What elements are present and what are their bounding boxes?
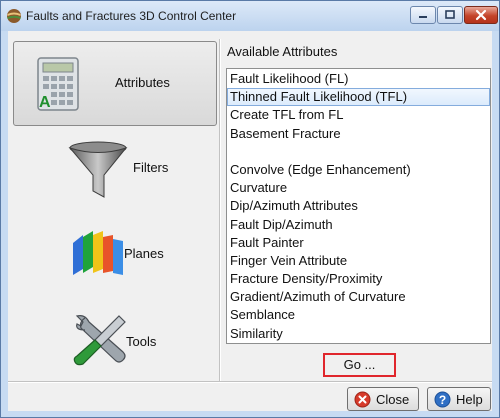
vertical-divider <box>219 39 220 381</box>
nav-planes-label: Planes <box>124 246 164 261</box>
list-item[interactable]: Fault Painter <box>227 234 490 252</box>
minimize-button[interactable] <box>410 6 436 24</box>
window-close-button[interactable] <box>464 6 498 24</box>
attributes-list[interactable]: Fault Likelihood (FL) Thinned Fault Like… <box>226 68 491 344</box>
list-item[interactable]: Curvature <box>227 179 490 197</box>
help-button[interactable]: ? Help <box>427 387 491 411</box>
nav-filters-button[interactable]: Filters <box>13 126 217 211</box>
list-item[interactable]: Fault Likelihood (FL) <box>227 70 490 88</box>
help-icon: ? <box>434 391 451 408</box>
tools-icon <box>73 315 126 366</box>
nav-attributes-label: Attributes <box>115 75 170 90</box>
list-item[interactable]: Fault Dip/Azimuth <box>227 216 490 234</box>
planes-icon <box>73 231 123 275</box>
list-item[interactable]: Create TFL from FL <box>227 106 490 124</box>
attributes-heading: Available Attributes <box>227 44 338 59</box>
calculator-icon: A <box>37 57 79 111</box>
nav-attributes-button[interactable]: A Attributes <box>13 41 217 126</box>
app-icon <box>7 9 21 23</box>
dialog-window: Faults and Fractures 3D Control Center A… <box>0 0 500 418</box>
close-icon <box>475 9 487 21</box>
maximize-icon <box>445 10 455 19</box>
list-item[interactable]: Fracture Density/Proximity <box>227 270 490 288</box>
list-item[interactable]: Basement Fracture <box>227 125 490 143</box>
list-item[interactable]: Finger Vein Attribute <box>227 252 490 270</box>
dialog-client-area: A Attributes Filters Planes Tools Availa… <box>8 31 492 411</box>
horizontal-divider <box>8 381 492 382</box>
go-button[interactable]: Go ... <box>323 353 396 377</box>
close-circle-icon <box>354 391 371 408</box>
funnel-icon <box>68 141 128 198</box>
window-title: Faults and Fractures 3D Control Center <box>26 9 237 23</box>
svg-text:A: A <box>39 94 51 111</box>
title-bar[interactable]: Faults and Fractures 3D Control Center <box>1 1 499 31</box>
help-button-label: Help <box>456 392 483 407</box>
nav-tools-button[interactable]: Tools <box>13 298 217 383</box>
list-item-selected[interactable]: Thinned Fault Likelihood (TFL) <box>227 88 490 107</box>
list-item[interactable]: Semblance <box>227 306 490 324</box>
nav-tools-label: Tools <box>126 334 157 349</box>
list-item[interactable]: Gradient/Azimuth of Curvature <box>227 288 490 306</box>
list-item[interactable]: Similarity <box>227 325 490 343</box>
minimize-icon <box>419 16 427 18</box>
maximize-button[interactable] <box>437 6 463 24</box>
list-item[interactable]: Dip/Azimuth Attributes <box>227 197 490 215</box>
svg-text:?: ? <box>439 393 446 407</box>
nav-planes-button[interactable]: Planes <box>13 212 217 297</box>
nav-filters-label: Filters <box>133 160 169 175</box>
list-item[interactable]: Convolve (Edge Enhancement) <box>227 161 490 179</box>
close-button-label: Close <box>376 392 410 407</box>
close-button[interactable]: Close <box>347 387 419 411</box>
